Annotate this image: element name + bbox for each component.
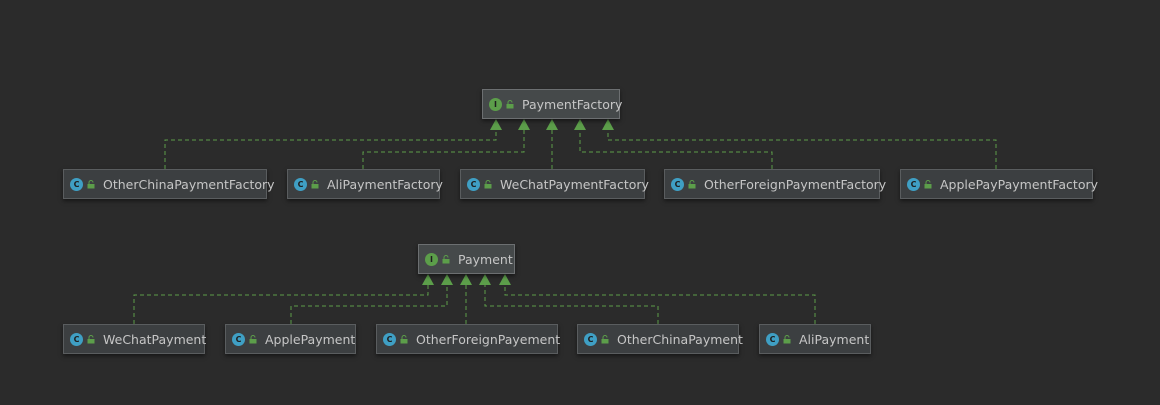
interface-node-payment-factory[interactable]: I PaymentFactory [482, 89, 623, 119]
implements-edge [362, 129, 525, 169]
class-icon: C [584, 332, 597, 346]
implements-arrowhead [499, 274, 511, 285]
implements-arrowhead [490, 119, 502, 130]
interface-icon: I [489, 97, 502, 111]
class-node-other-china-payment-factory[interactable]: C OtherChinaPaymentFactory [63, 169, 275, 199]
class-node-wechat-payment[interactable]: C WeChatPayment [63, 324, 207, 354]
node-label: ApplePayment [265, 331, 356, 347]
implements-edge [164, 129, 497, 169]
public-lock-icon [87, 179, 95, 188]
class-node-other-foreign-payment-factory[interactable]: C OtherForeignPaymentFactory [664, 169, 886, 199]
public-lock-icon [442, 254, 450, 263]
node-label: AliPaymentFactory [327, 176, 443, 192]
class-node-ali-payment[interactable]: C AliPayment [759, 324, 871, 354]
class-node-other-foreign-payement[interactable]: C OtherForeignPayement [376, 324, 561, 354]
class-icon: C [467, 177, 480, 191]
node-label: OtherForeignPaymentFactory [704, 176, 887, 192]
public-lock-icon [484, 179, 492, 188]
public-lock-icon [400, 334, 408, 343]
implements-edge [504, 284, 816, 324]
class-node-applepay-payment-factory[interactable]: C ApplePayPaymentFactory [900, 169, 1098, 199]
node-label: OtherChinaPayment [617, 331, 743, 347]
implements-arrowhead [574, 119, 586, 130]
public-lock-icon [506, 99, 514, 108]
public-lock-icon [688, 179, 696, 188]
class-icon: C [671, 177, 684, 191]
node-label: PaymentFactory [522, 96, 623, 112]
implements-arrowhead [602, 119, 614, 130]
public-lock-icon [87, 334, 95, 343]
implements-arrowhead [479, 274, 491, 285]
implements-arrowhead [460, 274, 472, 285]
implements-edge [607, 129, 997, 169]
class-icon: C [70, 177, 83, 191]
public-lock-icon [783, 334, 791, 343]
node-label: WeChatPaymentFactory [500, 176, 649, 192]
node-label: OtherForeignPayement [416, 331, 561, 347]
class-node-apple-payment[interactable]: C ApplePayment [225, 324, 356, 354]
node-label: OtherChinaPaymentFactory [103, 176, 275, 192]
implements-arrowhead [441, 274, 453, 285]
class-icon: C [383, 332, 396, 346]
implements-edge [133, 284, 429, 324]
interface-node-payment[interactable]: I Payment [418, 244, 515, 274]
class-icon: C [232, 332, 245, 346]
implements-arrowhead [518, 119, 530, 130]
implements-edge [579, 129, 773, 169]
node-label: ApplePayPaymentFactory [940, 176, 1099, 192]
class-node-ali-payment-factory[interactable]: C AliPaymentFactory [287, 169, 443, 199]
class-node-other-china-payment[interactable]: C OtherChinaPayment [577, 324, 743, 354]
class-icon: C [766, 332, 779, 346]
public-lock-icon [601, 334, 609, 343]
class-icon: C [294, 177, 307, 191]
public-lock-icon [249, 334, 257, 343]
public-lock-icon [311, 179, 319, 188]
implements-edge [484, 284, 659, 324]
class-icon: C [907, 177, 920, 191]
node-label: WeChatPayment [103, 331, 207, 347]
public-lock-icon [924, 179, 932, 188]
implements-arrowhead [546, 119, 558, 130]
class-node-wechat-payment-factory[interactable]: C WeChatPaymentFactory [460, 169, 649, 199]
node-label: Payment [458, 251, 513, 267]
class-icon: C [70, 332, 83, 346]
implements-arrowhead [422, 274, 434, 285]
implements-edge [290, 284, 448, 324]
interface-icon: I [425, 252, 438, 266]
node-label: AliPayment [799, 331, 870, 347]
